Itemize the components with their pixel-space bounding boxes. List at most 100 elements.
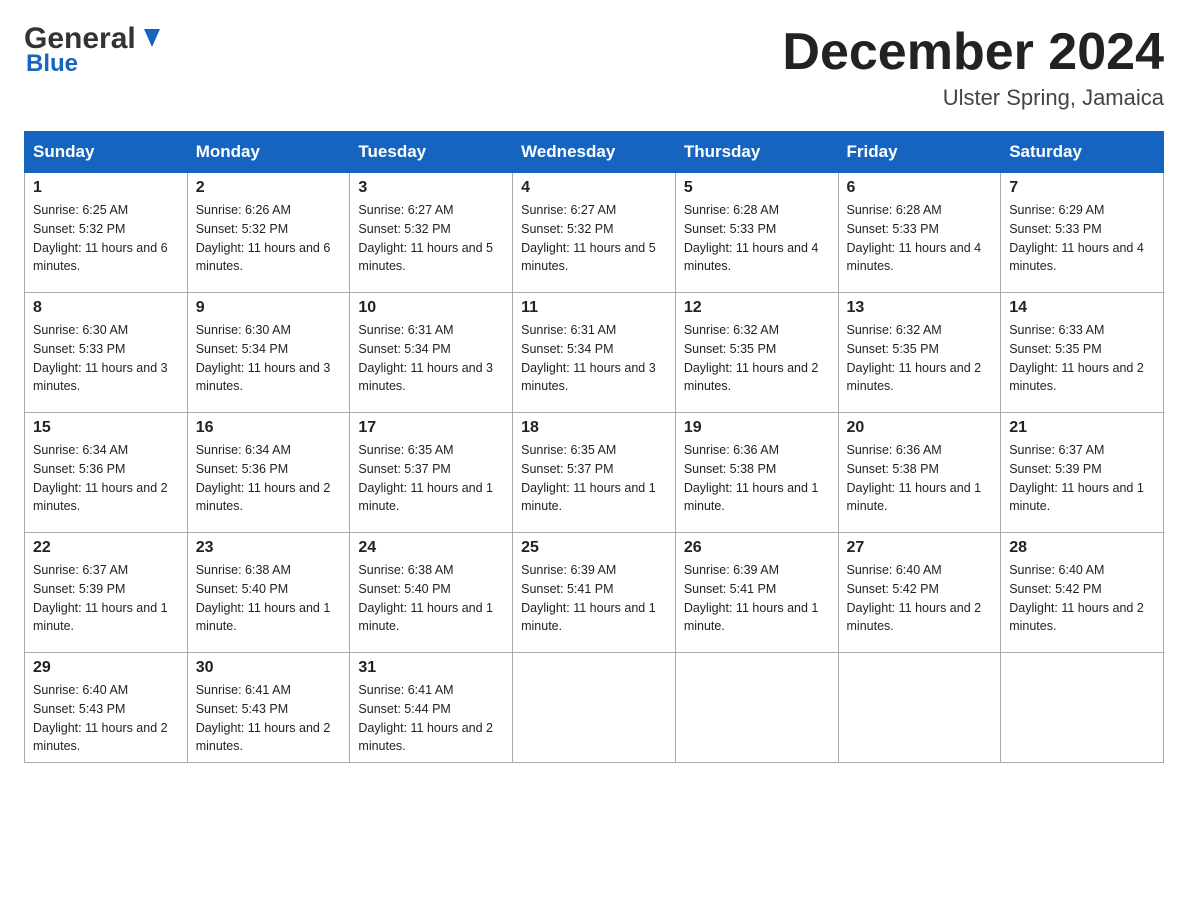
calendar-cell: 16 Sunrise: 6:34 AMSunset: 5:36 PMDayligh… xyxy=(187,413,350,533)
day-info: Sunrise: 6:30 AMSunset: 5:33 PMDaylight:… xyxy=(33,321,179,396)
day-info: Sunrise: 6:39 AMSunset: 5:41 PMDaylight:… xyxy=(684,561,830,636)
calendar-cell: 26 Sunrise: 6:39 AMSunset: 5:41 PMDayligh… xyxy=(675,533,838,653)
day-info: Sunrise: 6:39 AMSunset: 5:41 PMDaylight:… xyxy=(521,561,667,636)
page-header: General Blue December 2024 Ulster Spring… xyxy=(24,24,1164,111)
day-number: 19 xyxy=(684,419,830,437)
day-info: Sunrise: 6:31 AMSunset: 5:34 PMDaylight:… xyxy=(358,321,504,396)
day-number: 13 xyxy=(847,299,993,317)
calendar-week-row: 29Sunrise: 6:40 AMSunset: 5:43 PMDayligh… xyxy=(25,653,1164,763)
day-number: 29 xyxy=(33,659,179,677)
calendar-cell: 25 Sunrise: 6:39 AMSunset: 5:41 PMDayligh… xyxy=(513,533,676,653)
calendar-cell: 13Sunrise: 6:32 AMSunset: 5:35 PMDayligh… xyxy=(838,293,1001,413)
calendar-table: SundayMondayTuesdayWednesdayThursdayFrid… xyxy=(24,131,1164,763)
title-block: December 2024 Ulster Spring, Jamaica xyxy=(782,24,1164,111)
calendar-cell: 1 Sunrise: 6:25 AMSunset: 5:32 PMDaylight… xyxy=(25,173,188,293)
day-info: Sunrise: 6:35 AMSunset: 5:37 PMDaylight:… xyxy=(521,441,667,516)
day-number: 16 xyxy=(196,419,342,437)
day-info: Sunrise: 6:40 AMSunset: 5:42 PMDaylight:… xyxy=(847,561,993,636)
calendar-cell: 6Sunrise: 6:28 AMSunset: 5:33 PMDaylight… xyxy=(838,173,1001,293)
day-info: Sunrise: 6:25 AMSunset: 5:32 PMDaylight:… xyxy=(33,201,179,276)
calendar-cell: 21 Sunrise: 6:37 AMSunset: 5:39 PMDayligh… xyxy=(1001,413,1164,533)
day-info: Sunrise: 6:31 AMSunset: 5:34 PMDaylight:… xyxy=(521,321,667,396)
day-info: Sunrise: 6:27 AMSunset: 5:32 PMDaylight:… xyxy=(521,201,667,276)
calendar-cell: 31Sunrise: 6:41 AMSunset: 5:44 PMDayligh… xyxy=(350,653,513,763)
day-number: 8 xyxy=(33,299,179,317)
day-number: 11 xyxy=(521,299,667,317)
logo-triangle-icon xyxy=(138,25,166,53)
day-info: Sunrise: 6:41 AMSunset: 5:43 PMDaylight:… xyxy=(196,681,342,756)
day-info: Sunrise: 6:38 AMSunset: 5:40 PMDaylight:… xyxy=(358,561,504,636)
calendar-cell: 19 Sunrise: 6:36 AMSunset: 5:38 PMDayligh… xyxy=(675,413,838,533)
day-number: 28 xyxy=(1009,539,1155,557)
calendar-cell: 22 Sunrise: 6:37 AMSunset: 5:39 PMDayligh… xyxy=(25,533,188,653)
calendar-cell: 2 Sunrise: 6:26 AMSunset: 5:32 PMDaylight… xyxy=(187,173,350,293)
day-number: 21 xyxy=(1009,419,1155,437)
calendar-cell: 29Sunrise: 6:40 AMSunset: 5:43 PMDayligh… xyxy=(25,653,188,763)
calendar-cell: 7Sunrise: 6:29 AMSunset: 5:33 PMDaylight… xyxy=(1001,173,1164,293)
header-row: SundayMondayTuesdayWednesdayThursdayFrid… xyxy=(25,132,1164,173)
header-cell-wednesday: Wednesday xyxy=(513,132,676,173)
calendar-cell: 27Sunrise: 6:40 AMSunset: 5:42 PMDayligh… xyxy=(838,533,1001,653)
logo: General Blue xyxy=(24,24,166,78)
day-info: Sunrise: 6:30 AMSunset: 5:34 PMDaylight:… xyxy=(196,321,342,396)
calendar-cell xyxy=(838,653,1001,763)
day-info: Sunrise: 6:40 AMSunset: 5:42 PMDaylight:… xyxy=(1009,561,1155,636)
calendar-cell: 4 Sunrise: 6:27 AMSunset: 5:32 PMDaylight… xyxy=(513,173,676,293)
day-number: 20 xyxy=(847,419,993,437)
day-info: Sunrise: 6:36 AMSunset: 5:38 PMDaylight:… xyxy=(684,441,830,516)
header-cell-saturday: Saturday xyxy=(1001,132,1164,173)
day-info: Sunrise: 6:35 AMSunset: 5:37 PMDaylight:… xyxy=(358,441,504,516)
day-number: 9 xyxy=(196,299,342,317)
calendar-cell: 9 Sunrise: 6:30 AMSunset: 5:34 PMDaylight… xyxy=(187,293,350,413)
calendar-week-row: 1 Sunrise: 6:25 AMSunset: 5:32 PMDaylight… xyxy=(25,173,1164,293)
calendar-cell: 11 Sunrise: 6:31 AMSunset: 5:34 PMDayligh… xyxy=(513,293,676,413)
header-cell-thursday: Thursday xyxy=(675,132,838,173)
header-cell-monday: Monday xyxy=(187,132,350,173)
day-number: 30 xyxy=(196,659,342,677)
calendar-cell: 20 Sunrise: 6:36 AMSunset: 5:38 PMDayligh… xyxy=(838,413,1001,533)
calendar-cell: 12Sunrise: 6:32 AMSunset: 5:35 PMDayligh… xyxy=(675,293,838,413)
calendar-cell: 28 Sunrise: 6:40 AMSunset: 5:42 PMDayligh… xyxy=(1001,533,1164,653)
day-info: Sunrise: 6:27 AMSunset: 5:32 PMDaylight:… xyxy=(358,201,504,276)
day-number: 15 xyxy=(33,419,179,437)
calendar-cell xyxy=(675,653,838,763)
day-info: Sunrise: 6:34 AMSunset: 5:36 PMDaylight:… xyxy=(33,441,179,516)
day-number: 1 xyxy=(33,179,179,197)
day-number: 4 xyxy=(521,179,667,197)
calendar-cell: 14Sunrise: 6:33 AMSunset: 5:35 PMDayligh… xyxy=(1001,293,1164,413)
day-info: Sunrise: 6:36 AMSunset: 5:38 PMDaylight:… xyxy=(847,441,993,516)
month-year-title: December 2024 xyxy=(782,24,1164,81)
calendar-week-row: 22 Sunrise: 6:37 AMSunset: 5:39 PMDayligh… xyxy=(25,533,1164,653)
calendar-header: SundayMondayTuesdayWednesdayThursdayFrid… xyxy=(25,132,1164,173)
day-info: Sunrise: 6:38 AMSunset: 5:40 PMDaylight:… xyxy=(196,561,342,636)
day-number: 26 xyxy=(684,539,830,557)
day-number: 24 xyxy=(358,539,504,557)
day-number: 5 xyxy=(684,179,830,197)
calendar-cell: 17 Sunrise: 6:35 AMSunset: 5:37 PMDayligh… xyxy=(350,413,513,533)
day-number: 3 xyxy=(358,179,504,197)
calendar-cell: 15 Sunrise: 6:34 AMSunset: 5:36 PMDayligh… xyxy=(25,413,188,533)
location-subtitle: Ulster Spring, Jamaica xyxy=(782,85,1164,111)
header-cell-tuesday: Tuesday xyxy=(350,132,513,173)
day-info: Sunrise: 6:34 AMSunset: 5:36 PMDaylight:… xyxy=(196,441,342,516)
day-number: 31 xyxy=(358,659,504,677)
calendar-cell: 5Sunrise: 6:28 AMSunset: 5:33 PMDaylight… xyxy=(675,173,838,293)
day-number: 25 xyxy=(521,539,667,557)
calendar-cell: 18 Sunrise: 6:35 AMSunset: 5:37 PMDayligh… xyxy=(513,413,676,533)
day-number: 18 xyxy=(521,419,667,437)
day-number: 23 xyxy=(196,539,342,557)
calendar-cell: 23 Sunrise: 6:38 AMSunset: 5:40 PMDayligh… xyxy=(187,533,350,653)
day-number: 17 xyxy=(358,419,504,437)
calendar-week-row: 8 Sunrise: 6:30 AMSunset: 5:33 PMDaylight… xyxy=(25,293,1164,413)
day-number: 2 xyxy=(196,179,342,197)
day-number: 12 xyxy=(684,299,830,317)
day-info: Sunrise: 6:37 AMSunset: 5:39 PMDaylight:… xyxy=(1009,441,1155,516)
day-info: Sunrise: 6:29 AMSunset: 5:33 PMDaylight:… xyxy=(1009,201,1155,276)
day-info: Sunrise: 6:37 AMSunset: 5:39 PMDaylight:… xyxy=(33,561,179,636)
day-number: 6 xyxy=(847,179,993,197)
calendar-body: 1 Sunrise: 6:25 AMSunset: 5:32 PMDaylight… xyxy=(25,173,1164,763)
day-info: Sunrise: 6:26 AMSunset: 5:32 PMDaylight:… xyxy=(196,201,342,276)
header-cell-sunday: Sunday xyxy=(25,132,188,173)
calendar-cell: 24 Sunrise: 6:38 AMSunset: 5:40 PMDayligh… xyxy=(350,533,513,653)
day-number: 22 xyxy=(33,539,179,557)
